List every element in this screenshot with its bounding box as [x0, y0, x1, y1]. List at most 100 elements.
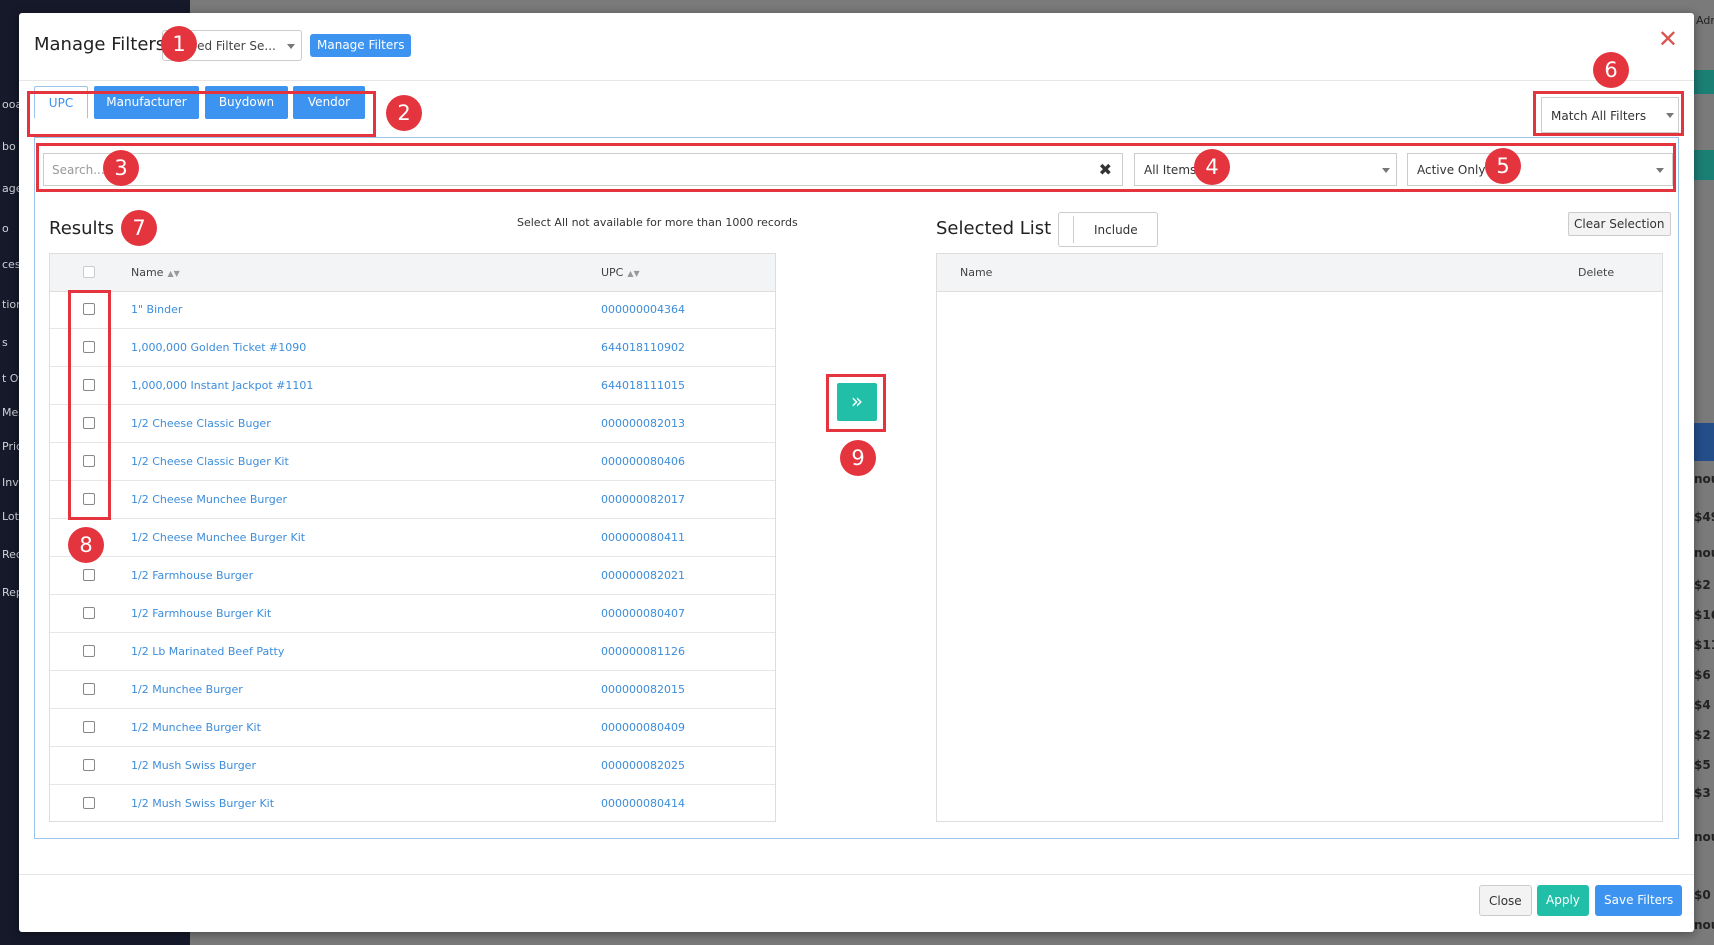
row-upc-link[interactable]: 000000004364 [601, 303, 685, 316]
close-icon[interactable]: ✕ [1658, 27, 1678, 51]
selected-list-heading: Selected List [936, 218, 1052, 239]
row-upc-link[interactable]: 000000082021 [601, 569, 685, 582]
annotation-badge-1: 1 [161, 26, 197, 62]
row-checkbox[interactable] [83, 607, 95, 619]
table-row: 1/2 Munchee Burger Kit 000000080409 [50, 709, 775, 747]
sort-icon: ▲▼ [167, 269, 180, 278]
row-upc-link[interactable]: 000000082013 [601, 417, 685, 430]
background-right-fragment: $3 [1694, 786, 1711, 800]
row-upc-link[interactable]: 000000081126 [601, 645, 685, 658]
row-checkbox[interactable] [83, 797, 95, 809]
save-filters-button[interactable]: Save Filters [1595, 885, 1683, 916]
background-right-fragment: nou [1694, 472, 1714, 486]
annotation-box-checkboxes [68, 290, 111, 520]
row-upc-link[interactable]: 000000082017 [601, 493, 685, 506]
table-row: 1/2 Mush Swiss Burger Kit 000000080414 [50, 785, 775, 821]
row-name-link[interactable]: 1/2 Mush Swiss Burger [131, 759, 256, 772]
row-name-link[interactable]: 1/2 Munchee Burger [131, 683, 243, 696]
background-right-fragment: $0 [1694, 888, 1711, 902]
column-header-upc-label: UPC [601, 266, 624, 279]
chevron-down-icon [287, 44, 295, 49]
row-upc-link[interactable]: 000000082015 [601, 683, 685, 696]
row-checkbox[interactable] [83, 569, 95, 581]
background-right-fragment: $49 [1694, 510, 1714, 524]
row-name-link[interactable]: 1/2 Cheese Classic Buger [131, 417, 271, 430]
table-row: 1/2 Mush Swiss Burger 000000082025 [50, 747, 775, 785]
annotation-box-match [1533, 91, 1684, 136]
table-row: 1/2 Lb Marinated Beef Patty 000000081126 [50, 633, 775, 671]
table-row: 1/2 Cheese Classic Buger Kit 000000080406 [50, 443, 775, 481]
apply-button[interactable]: Apply [1537, 885, 1589, 916]
background-teal-button-2 [1694, 150, 1714, 180]
results-table: Name ▲▼ UPC ▲▼ 1" Binder 000000004364 1,000,… [49, 253, 776, 822]
annotation-badge-6: 6 [1593, 52, 1629, 88]
row-upc-link[interactable]: 000000080407 [601, 607, 685, 620]
sort-icon: ▲▼ [627, 269, 640, 278]
row-name-link[interactable]: 1,000,000 Instant Jackpot #1101 [131, 379, 313, 392]
selected-column-name: Name [960, 266, 993, 279]
table-row: 1/2 Cheese Classic Buger 000000082013 [50, 405, 775, 443]
row-name-link[interactable]: 1/2 Cheese Munchee Burger [131, 493, 287, 506]
table-row: 1,000,000 Golden Ticket #1090 64401811090… [50, 329, 775, 367]
row-upc-link[interactable]: 644018110902 [601, 341, 685, 354]
background-right-fragment: nou [1694, 830, 1714, 844]
column-header-upc[interactable]: UPC ▲▼ [601, 266, 640, 279]
row-name-link[interactable]: 1" Binder [131, 303, 182, 316]
background-right-fragment: $2 [1694, 578, 1711, 592]
row-name-link[interactable]: 1/2 Cheese Munchee Burger Kit [131, 531, 305, 544]
row-upc-link[interactable]: 000000080406 [601, 455, 685, 468]
close-button[interactable]: Close [1479, 885, 1532, 916]
select-all-note: Select All not available for more than 1… [517, 216, 798, 229]
annotation-badge-2: 2 [386, 95, 422, 131]
row-upc-link[interactable]: 644018111015 [601, 379, 685, 392]
background-right-fragment: $4 [1694, 698, 1711, 712]
table-row: 1/2 Cheese Munchee Burger 000000082017 [50, 481, 775, 519]
row-checkbox[interactable] [83, 645, 95, 657]
results-table-header: Name ▲▼ UPC ▲▼ [50, 254, 775, 292]
annotation-badge-7: 7 [121, 210, 157, 246]
include-toggle[interactable]: Include [1058, 212, 1158, 247]
row-name-link[interactable]: 1/2 Farmhouse Burger [131, 569, 253, 582]
table-row: 1/2 Munchee Burger 000000082015 [50, 671, 775, 709]
annotation-box-filters [36, 143, 1676, 192]
row-name-link[interactable]: 1/2 Farmhouse Burger Kit [131, 607, 271, 620]
row-name-link[interactable]: 1/2 Munchee Burger Kit [131, 721, 261, 734]
row-checkbox[interactable] [83, 721, 95, 733]
background-right-fragment: $11 [1694, 638, 1714, 652]
table-row: 1" Binder 000000004364 [50, 291, 775, 329]
table-row: 1,000,000 Instant Jackpot #1101 644018111… [50, 367, 775, 405]
annotation-box-move [826, 374, 886, 432]
row-name-link[interactable]: 1/2 Mush Swiss Burger Kit [131, 797, 274, 810]
include-toggle-knob [1073, 216, 1074, 243]
annotation-badge-4: 4 [1194, 149, 1230, 185]
row-checkbox[interactable] [83, 759, 95, 771]
modal-footer [19, 874, 1694, 932]
background-right-fragment: $2 [1694, 728, 1711, 742]
column-header-name[interactable]: Name ▲▼ [131, 266, 180, 279]
annotation-badge-3: 3 [103, 150, 139, 186]
row-upc-link[interactable]: 000000080411 [601, 531, 685, 544]
row-name-link[interactable]: 1/2 Cheese Classic Buger Kit [131, 455, 289, 468]
row-name-link[interactable]: 1/2 Lb Marinated Beef Patty [131, 645, 284, 658]
background-right-fragment: $5 [1694, 758, 1711, 772]
row-upc-link[interactable]: 000000082025 [601, 759, 685, 772]
selected-list-table-header: Name Delete [937, 254, 1662, 292]
background-blue-bar [1694, 423, 1714, 461]
row-name-link[interactable]: 1,000,000 Golden Ticket #1090 [131, 341, 306, 354]
annotation-badge-9: 9 [840, 440, 876, 476]
select-all-checkbox[interactable] [83, 266, 95, 278]
row-upc-link[interactable]: 000000080409 [601, 721, 685, 734]
background-sidebar-fragment: bo [2, 140, 16, 153]
background-top-right-fragment: Adn [1696, 14, 1714, 27]
row-checkbox[interactable] [83, 683, 95, 695]
selected-column-delete: Delete [1578, 266, 1615, 279]
manage-filters-button[interactable]: Manage Filters [310, 34, 412, 57]
annotation-box-tabs [27, 91, 376, 137]
background-sidebar-fragment: o [2, 222, 9, 235]
background-right-fragment: nou [1694, 918, 1714, 932]
clear-selection-button[interactable]: Clear Selection [1568, 212, 1671, 236]
row-upc-link[interactable]: 000000080414 [601, 797, 685, 810]
modal-header: Manage Filters Saved Filter Se... Manage… [19, 13, 1694, 81]
table-row: 1/2 Cheese Munchee Burger Kit 00000008041… [50, 519, 775, 557]
annotation-badge-8: 8 [68, 527, 104, 563]
